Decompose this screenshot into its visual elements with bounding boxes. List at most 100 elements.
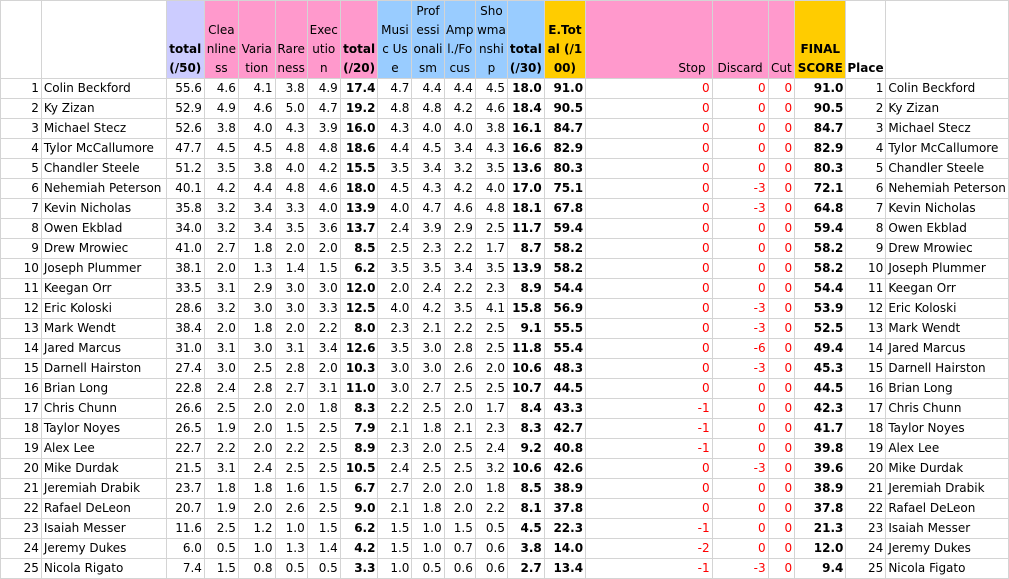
variation-cell[interactable]: 3.8 (237, 158, 276, 179)
professionalism-cell[interactable]: 3.0 (411, 358, 445, 379)
total20-cell[interactable]: 16.0 (339, 118, 379, 139)
etotal-cell[interactable]: 14.0 (543, 538, 587, 559)
discard-cell[interactable]: 0 (711, 538, 769, 559)
variation-cell[interactable]: 0.8 (237, 558, 276, 579)
execution-cell[interactable]: 4.0 (306, 198, 341, 219)
rareness-cell[interactable]: 4.8 (274, 138, 308, 159)
total30-cell[interactable]: 18.4 (507, 98, 545, 119)
place-name-cell[interactable]: Michael Stecz (885, 118, 1009, 139)
professionalism-cell[interactable]: 2.7 (411, 378, 445, 399)
discard-cell[interactable]: -3 (711, 198, 769, 219)
music-use-cell[interactable]: 4.0 (377, 198, 413, 219)
cut-cell[interactable]: 0 (767, 218, 796, 239)
total20-cell[interactable]: 13.9 (339, 198, 379, 219)
execution-cell[interactable]: 3.4 (306, 338, 341, 359)
ampl-focus-cell[interactable]: 3.4 (443, 138, 476, 159)
name-cell[interactable]: Nicola Rigato (40, 558, 167, 579)
final-score-cell[interactable]: 64.8 (794, 198, 847, 219)
variation-cell[interactable]: 4.0 (237, 118, 276, 139)
stop-cell[interactable]: 0 (585, 298, 713, 319)
variation-cell[interactable]: 2.9 (237, 278, 276, 299)
discard-cell[interactable]: 0 (711, 118, 769, 139)
execution-cell[interactable]: 4.6 (306, 178, 341, 199)
etotal-cell[interactable]: 80.3 (543, 158, 587, 179)
stop-cell[interactable]: 0 (585, 158, 713, 179)
stop-cell[interactable]: 0 (585, 358, 713, 379)
showmanship-cell[interactable]: 2.2 (474, 498, 509, 519)
variation-cell[interactable]: 3.4 (237, 198, 276, 219)
discard-cell[interactable]: -3 (711, 298, 769, 319)
cleanliness-cell[interactable]: 4.5 (203, 138, 239, 159)
stop-cell[interactable]: 0 (585, 78, 713, 99)
professionalism-cell[interactable]: 2.5 (411, 398, 445, 419)
ampl-focus-cell[interactable]: 2.0 (443, 398, 476, 419)
execution-cell[interactable]: 1.5 (306, 518, 341, 539)
music-use-cell[interactable]: 2.0 (377, 278, 413, 299)
total50-cell[interactable]: 31.0 (165, 338, 205, 359)
rank-cell[interactable]: 14 (0, 338, 42, 359)
variation-cell[interactable]: 3.4 (237, 218, 276, 239)
music-use-cell[interactable]: 2.3 (377, 438, 413, 459)
stop-cell[interactable]: 0 (585, 338, 713, 359)
music-use-cell[interactable]: 2.3 (377, 318, 413, 339)
place-cell[interactable]: 17 (845, 398, 887, 419)
showmanship-cell[interactable]: 2.5 (474, 318, 509, 339)
cut-cell[interactable]: 0 (767, 78, 796, 99)
rank-cell[interactable]: 18 (0, 418, 42, 439)
rank-cell[interactable]: 13 (0, 318, 42, 339)
ampl-focus-cell[interactable]: 2.0 (443, 478, 476, 499)
rank-cell[interactable]: 6 (0, 178, 42, 199)
music-use-cell[interactable]: 2.4 (377, 218, 413, 239)
professionalism-cell[interactable]: 2.4 (411, 278, 445, 299)
final-score-cell[interactable]: 54.4 (794, 278, 847, 299)
ampl-focus-cell[interactable]: 0.6 (443, 558, 476, 579)
cut-cell[interactable]: 0 (767, 318, 796, 339)
rareness-cell[interactable]: 3.1 (274, 338, 308, 359)
total20-cell[interactable]: 12.5 (339, 298, 379, 319)
music-use-cell[interactable]: 3.5 (377, 158, 413, 179)
professionalism-cell[interactable]: 2.0 (411, 438, 445, 459)
etotal-cell[interactable]: 13.4 (543, 558, 587, 579)
variation-cell[interactable]: 1.8 (237, 478, 276, 499)
showmanship-cell[interactable]: 3.8 (474, 118, 509, 139)
place-cell[interactable]: 3 (845, 118, 887, 139)
cut-cell[interactable]: 0 (767, 198, 796, 219)
name-cell[interactable]: Ky Zizan (40, 98, 167, 119)
music-use-cell[interactable]: 4.8 (377, 98, 413, 119)
cut-cell[interactable]: 0 (767, 498, 796, 519)
total30-cell[interactable]: 8.5 (507, 478, 545, 499)
rank-cell[interactable]: 4 (0, 138, 42, 159)
rank-cell[interactable]: 19 (0, 438, 42, 459)
header-final-score[interactable]: FINAL SCORE (794, 0, 847, 79)
execution-cell[interactable]: 1.5 (306, 258, 341, 279)
etotal-cell[interactable]: 44.5 (543, 378, 587, 399)
total20-cell[interactable]: 12.6 (339, 338, 379, 359)
cut-cell[interactable]: 0 (767, 438, 796, 459)
header-total30[interactable]: total (/30) (507, 0, 545, 79)
final-score-cell[interactable]: 39.8 (794, 438, 847, 459)
cleanliness-cell[interactable]: 0.5 (203, 538, 239, 559)
rareness-cell[interactable]: 4.8 (274, 178, 308, 199)
header-stop[interactable]: Stop (585, 0, 713, 79)
total30-cell[interactable]: 9.1 (507, 318, 545, 339)
place-cell[interactable]: 12 (845, 298, 887, 319)
music-use-cell[interactable]: 2.7 (377, 478, 413, 499)
discard-cell[interactable]: 0 (711, 98, 769, 119)
final-score-cell[interactable]: 39.6 (794, 458, 847, 479)
total30-cell[interactable]: 4.5 (507, 518, 545, 539)
rank-cell[interactable]: 24 (0, 538, 42, 559)
final-score-cell[interactable]: 84.7 (794, 118, 847, 139)
etotal-cell[interactable]: 48.3 (543, 358, 587, 379)
total20-cell[interactable]: 3.3 (339, 558, 379, 579)
total30-cell[interactable]: 10.7 (507, 378, 545, 399)
professionalism-cell[interactable]: 3.4 (411, 158, 445, 179)
total50-cell[interactable]: 6.0 (165, 538, 205, 559)
professionalism-cell[interactable]: 1.8 (411, 418, 445, 439)
place-cell[interactable]: 21 (845, 478, 887, 499)
cleanliness-cell[interactable]: 1.9 (203, 418, 239, 439)
discard-cell[interactable]: 0 (711, 518, 769, 539)
header-discard[interactable]: Discard (711, 0, 769, 79)
name-cell[interactable]: Rafael DeLeon (40, 498, 167, 519)
total50-cell[interactable]: 22.8 (165, 378, 205, 399)
name-cell[interactable]: Isaiah Messer (40, 518, 167, 539)
